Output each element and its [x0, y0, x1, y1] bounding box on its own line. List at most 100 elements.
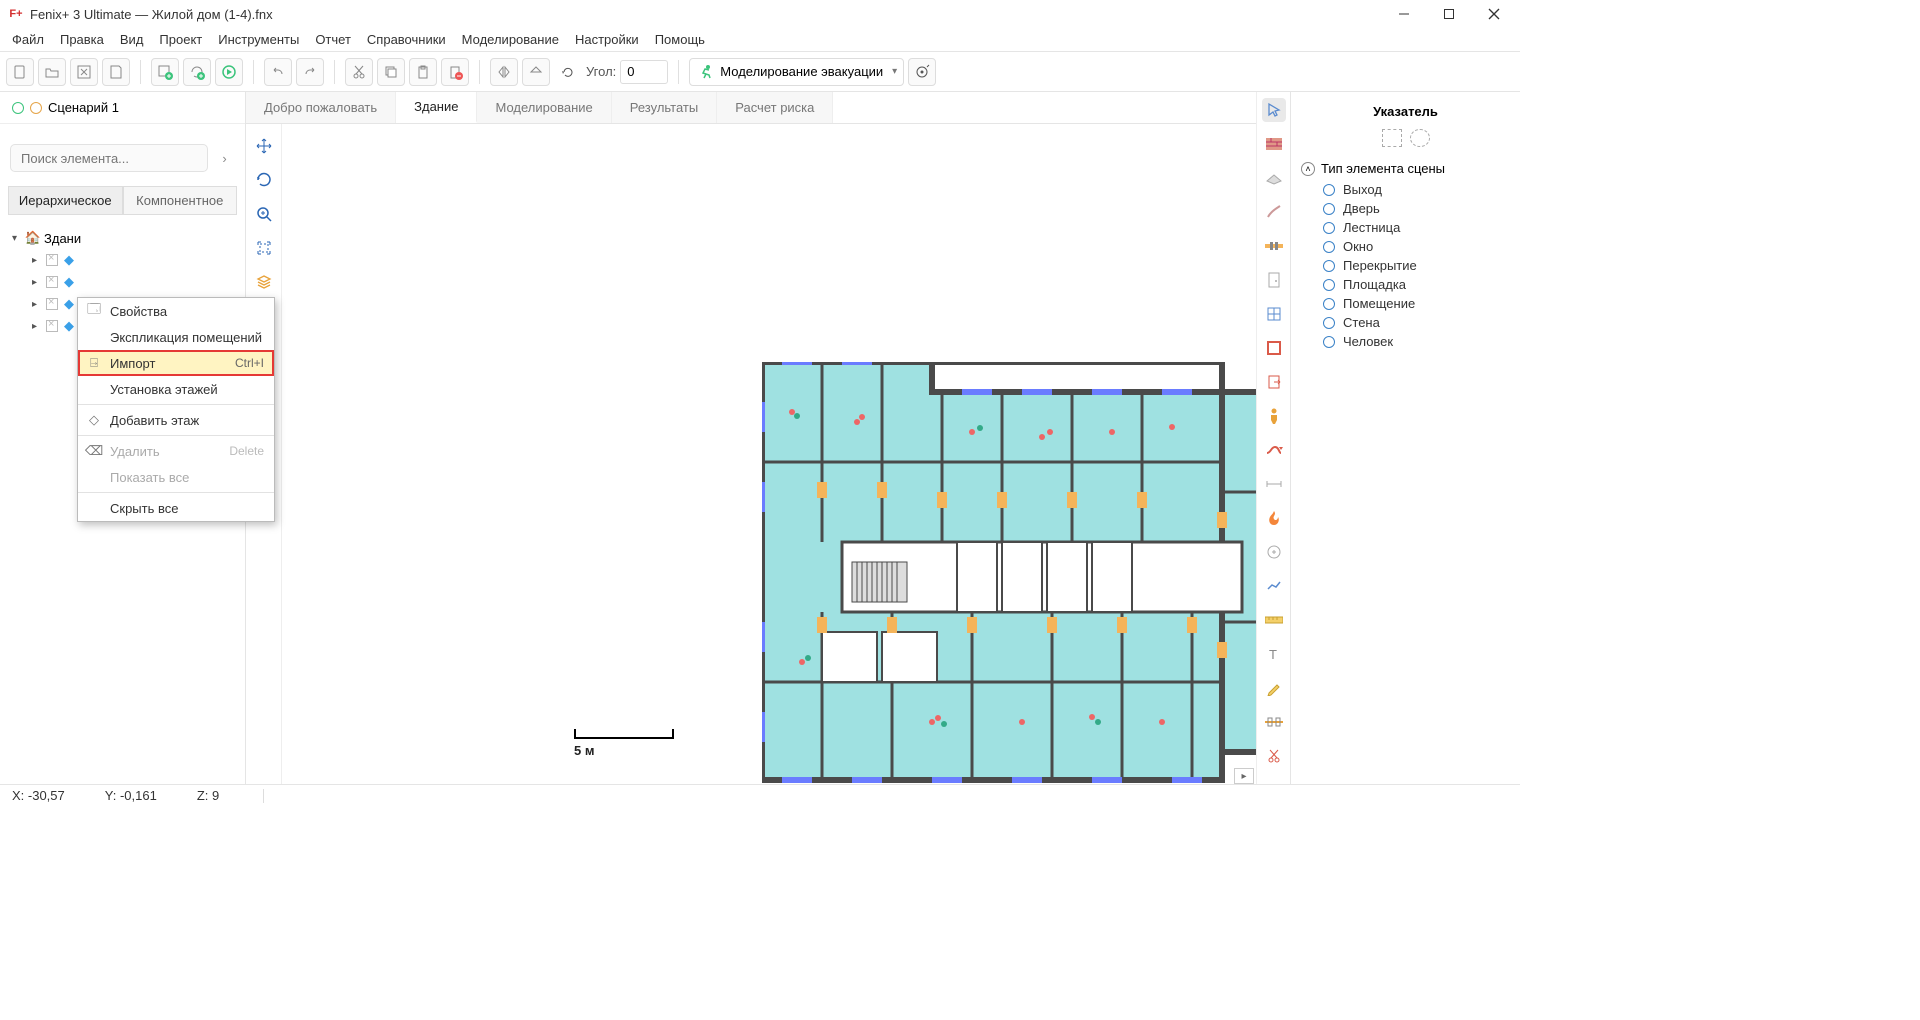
tb-target-icon[interactable] [908, 58, 936, 86]
context-menu-separator [78, 404, 274, 405]
main-toolbar: Угол: Моделирование эвакуации ▾ [0, 52, 1520, 92]
ctx-floors-setup[interactable]: Установка этажей [78, 376, 274, 402]
menu-help[interactable]: Помощь [647, 30, 713, 49]
menu-view[interactable]: Вид [112, 30, 152, 49]
window-tool-icon[interactable] [1262, 302, 1286, 326]
legend-stair[interactable]: Лестница [1301, 218, 1510, 237]
tb-close-icon[interactable] [70, 58, 98, 86]
legend-door[interactable]: Дверь [1301, 199, 1510, 218]
menu-modeling[interactable]: Моделирование [454, 30, 567, 49]
tb-box-plus-icon[interactable] [151, 58, 179, 86]
chart-tool-icon[interactable] [1262, 574, 1286, 598]
scenario-row[interactable]: Сценарий 1 [0, 92, 245, 124]
ctx-add-floor[interactable]: ◇Добавить этаж [78, 407, 274, 433]
maximize-button[interactable] [1426, 0, 1471, 28]
tb-cut-icon[interactable] [345, 58, 373, 86]
chevron-down-icon: ▾ [892, 66, 897, 77]
tab-welcome[interactable]: Добро пожаловать [246, 92, 396, 123]
tb-redo-icon[interactable] [296, 58, 324, 86]
legend-slab[interactable]: Перекрытие [1301, 256, 1510, 275]
section-tool-icon[interactable] [1262, 234, 1286, 258]
layers-icon[interactable] [252, 270, 276, 294]
menu-report[interactable]: Отчет [307, 30, 359, 49]
tb-run-icon[interactable] [215, 58, 243, 86]
align-tool-icon[interactable] [1262, 710, 1286, 734]
search-go-button[interactable]: › [214, 146, 235, 170]
menu-settings[interactable]: Настройки [567, 30, 647, 49]
legend-wall[interactable]: Стена [1301, 313, 1510, 332]
tb-delete-icon[interactable] [441, 58, 469, 86]
text-tool-icon[interactable]: T [1262, 642, 1286, 666]
tree-tab-component[interactable]: Компонентное [123, 186, 238, 215]
path-tool-icon[interactable] [1262, 438, 1286, 462]
pan-icon[interactable] [252, 134, 276, 158]
menu-project[interactable]: Проект [151, 30, 210, 49]
select-lasso-icon[interactable] [1410, 129, 1430, 147]
measure-tool-icon[interactable] [1262, 472, 1286, 496]
ring-icon [1323, 298, 1335, 310]
tb-copy-icon[interactable] [377, 58, 405, 86]
chevron-up-icon: ˄ [1301, 162, 1315, 176]
ctx-import-shortcut: Ctrl+I [235, 356, 264, 370]
ctx-delete: ⌫УдалитьDelete [78, 438, 274, 464]
legend-group-header[interactable]: ˄ Тип элемента сцены [1301, 157, 1510, 180]
search-input[interactable] [10, 144, 208, 172]
ruler-tool-icon[interactable] [1262, 608, 1286, 632]
menu-refs[interactable]: Справочники [359, 30, 454, 49]
orbit-icon[interactable] [252, 168, 276, 192]
tb-new-icon[interactable] [6, 58, 34, 86]
ctx-hide-all[interactable]: Скрыть все [78, 495, 274, 521]
fire-tool-icon[interactable] [1262, 506, 1286, 530]
opening-tool-icon[interactable] [1262, 336, 1286, 360]
tb-mirror-v-icon[interactable] [522, 58, 550, 86]
pencil-tool-icon[interactable] [1262, 676, 1286, 700]
tab-modeling[interactable]: Моделирование [477, 92, 611, 123]
tb-save-icon[interactable] [102, 58, 130, 86]
legend-person[interactable]: Человек [1301, 332, 1510, 351]
legend-platform[interactable]: Площадка [1301, 275, 1510, 294]
tb-open-icon[interactable] [38, 58, 66, 86]
tree-item[interactable]: ▸◆ [4, 271, 241, 293]
close-button[interactable] [1471, 0, 1516, 28]
person-tool-icon[interactable] [1262, 404, 1286, 428]
tb-undo-icon[interactable] [264, 58, 292, 86]
ctx-import[interactable]: ⍈ИмпортCtrl+I [78, 350, 274, 376]
select-rect-icon[interactable] [1382, 129, 1402, 147]
zoom-icon[interactable] [252, 202, 276, 226]
draw-tool-icon[interactable] [1262, 200, 1286, 224]
door-tool-icon[interactable] [1262, 268, 1286, 292]
viewport[interactable]: 5 м ▸ [282, 124, 1256, 784]
legend-exit[interactable]: Выход [1301, 180, 1510, 199]
menu-tools[interactable]: Инструменты [210, 30, 307, 49]
angle-input[interactable] [620, 60, 668, 84]
tab-building[interactable]: Здание [396, 92, 477, 123]
box-icon [46, 298, 58, 310]
tree-root-building[interactable]: ▾ 🏠 Здани [4, 227, 241, 249]
box-icon [46, 276, 58, 288]
menu-edit[interactable]: Правка [52, 30, 112, 49]
simulation-mode-select[interactable]: Моделирование эвакуации ▾ [689, 58, 904, 86]
ctx-explication[interactable]: Экспликация помещений [78, 324, 274, 350]
tab-results[interactable]: Результаты [612, 92, 717, 123]
tb-paste-icon[interactable] [409, 58, 437, 86]
pointer-tool-icon[interactable] [1262, 98, 1286, 122]
slab-tool-icon[interactable] [1262, 166, 1286, 190]
fit-icon[interactable] [252, 236, 276, 260]
tree-item[interactable]: ▸◆ [4, 249, 241, 271]
tb-mirror-h-icon[interactable] [490, 58, 518, 86]
menu-file[interactable]: Файл [4, 30, 52, 49]
tab-risk[interactable]: Расчет риска [717, 92, 833, 123]
sensor-tool-icon[interactable] [1262, 540, 1286, 564]
viewport-play-icon[interactable]: ▸ [1234, 768, 1254, 784]
wall-tool-icon[interactable] [1262, 132, 1286, 156]
legend-window[interactable]: Окно [1301, 237, 1510, 256]
ctx-properties[interactable]: 🗔Свойства [78, 298, 274, 324]
minimize-button[interactable] [1381, 0, 1426, 28]
tree-tab-hierarchical[interactable]: Иерархическое [8, 186, 123, 215]
ring-icon [1323, 241, 1335, 253]
exit-tool-icon[interactable] [1262, 370, 1286, 394]
legend-room[interactable]: Помещение [1301, 294, 1510, 313]
tb-refresh-plus-icon[interactable] [183, 58, 211, 86]
scissors-tool-icon[interactable] [1262, 744, 1286, 768]
tb-rotate-icon[interactable] [554, 58, 582, 86]
